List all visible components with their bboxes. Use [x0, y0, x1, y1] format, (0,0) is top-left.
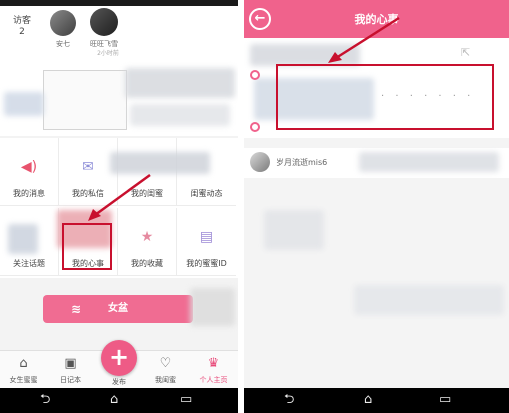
- home-icon: ⌂: [19, 356, 28, 371]
- menu-item-favorites[interactable]: ★ 我的收藏: [118, 208, 177, 276]
- star-icon: ★: [140, 229, 154, 245]
- envelope-icon: ✉: [82, 159, 94, 175]
- visitor-count[interactable]: 访客 2: [10, 16, 34, 38]
- share-icon[interactable]: ⇱: [461, 46, 470, 59]
- tab-label: 女生蜜蜜: [9, 376, 38, 384]
- recent-apps-icon[interactable]: ▭: [180, 393, 192, 407]
- menu-item-id[interactable]: ▤ 我的蜜蜜ID: [177, 208, 236, 276]
- notebook-icon: ▣: [64, 356, 77, 371]
- blurred-region: [354, 285, 504, 315]
- tab-diary[interactable]: ▣ 日记本: [47, 351, 94, 389]
- post-button-label: 女盆: [108, 303, 128, 314]
- photo-placeholder[interactable]: [43, 70, 127, 130]
- photo-area: [0, 56, 238, 136]
- system-nav-bar: ⮌ ⌂ ▭: [0, 388, 238, 413]
- blurred-region: [110, 152, 210, 174]
- blurred-region: [130, 104, 230, 126]
- tab-label: 个人主页: [199, 376, 228, 384]
- visitor-label: 访客: [12, 16, 31, 26]
- id-card-icon: ▤: [199, 229, 214, 245]
- menu-item-label: 我的闺蜜: [131, 189, 163, 198]
- comment-row[interactable]: 岁月流逝mis6: [244, 148, 509, 178]
- back-nav-icon[interactable]: ⮌: [284, 393, 294, 407]
- blurred-region: [359, 152, 499, 172]
- blurred-region: [4, 92, 44, 116]
- publish-label: 发布: [112, 378, 126, 386]
- post-button[interactable]: ≋ 女盆: [43, 295, 193, 323]
- visitors-section: 访客 2 安七 旺旺飞雪 2小时前: [0, 6, 238, 57]
- highlight-box: [276, 64, 494, 130]
- comment-username: 岁月流逝mis6: [276, 158, 328, 167]
- blurred-region: [264, 210, 324, 250]
- visitor-avatar[interactable]: [50, 10, 76, 36]
- page-title: 我的心事: [354, 13, 399, 26]
- tab-home[interactable]: ⌂ 女生蜜蜜: [0, 351, 47, 389]
- blurred-region: [190, 288, 235, 326]
- speaker-icon: ◀): [20, 159, 38, 175]
- heart-icon: ♡: [159, 356, 172, 371]
- menu-grid: ◀) 我的消息 ✉ 我的私信 我的闺蜜 闺蜜动态 关注话题 我的心事 ★ 我的收…: [0, 138, 238, 278]
- tab-label: 日记本: [60, 376, 81, 384]
- wing-icon: ≋: [71, 302, 82, 316]
- tab-label: 我闺蜜: [155, 376, 176, 384]
- visitor-avatar[interactable]: [90, 8, 118, 36]
- profile-icon: ♛: [207, 356, 220, 371]
- header-bar: ← 我的心事: [244, 0, 509, 38]
- plus-icon: +: [108, 343, 130, 371]
- home-nav-icon[interactable]: ⌂: [110, 393, 118, 407]
- highlight-box: [62, 223, 112, 270]
- system-nav-bar: ⮌ ⌂ ▭: [244, 388, 509, 413]
- blurred-region: [125, 68, 235, 98]
- publish-button[interactable]: +: [101, 340, 137, 376]
- avatar[interactable]: [250, 152, 270, 172]
- menu-item-label: 我的私信: [72, 189, 104, 198]
- menu-item-label: 我的蜜蜜ID: [186, 259, 227, 268]
- menu-item-messages[interactable]: ◀) 我的消息: [0, 138, 59, 206]
- menu-item-label: 关注话题: [13, 259, 45, 268]
- home-nav-icon[interactable]: ⌂: [364, 393, 372, 407]
- menu-item-private-messages[interactable]: ✉ 我的私信: [59, 138, 118, 206]
- visitor-number: 2: [19, 27, 25, 37]
- blurred-region: [8, 224, 38, 254]
- left-screen: 访客 2 安七 旺旺飞雪 2小时前 ◀) 我的消息 ✉ 我的私信 我的闺蜜 闺蜜…: [0, 0, 238, 413]
- menu-item-label: 我的消息: [13, 189, 45, 198]
- right-screen: ← 我的心事 ⇱ . . . . . . . 岁月流逝mis6 ⮌ ⌂ ▭: [244, 0, 509, 413]
- back-nav-icon[interactable]: ⮌: [40, 393, 50, 407]
- menu-item-label: 我的收藏: [131, 259, 163, 268]
- tab-friends[interactable]: ♡ 我闺蜜: [142, 351, 189, 389]
- recent-apps-icon[interactable]: ▭: [439, 393, 451, 407]
- tab-profile[interactable]: ♛ 个人主页: [190, 351, 237, 389]
- visitor-name: 安七: [56, 40, 70, 48]
- menu-item-label: 闺蜜动态: [190, 189, 223, 198]
- blurred-region: [250, 44, 360, 66]
- timeline-dot: [250, 122, 260, 132]
- timeline-dot: [250, 70, 260, 80]
